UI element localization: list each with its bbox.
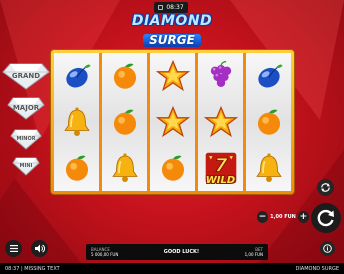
reel-1 (54, 53, 99, 191)
reel-cell (102, 99, 147, 145)
orange-symbol-icon (156, 151, 190, 185)
reel-cell (150, 53, 195, 99)
balance-value: 5 000,00 FUN (91, 252, 119, 257)
reel-frame: 7 WILD (51, 50, 294, 194)
bet-increase-button[interactable]: + (297, 211, 309, 223)
orange-symbol-icon (60, 151, 94, 185)
reel-cell (246, 145, 291, 191)
wild-label: WILD (205, 175, 236, 186)
reel-cell (54, 53, 99, 99)
spin-button[interactable] (311, 203, 341, 233)
orange-symbol-icon (108, 105, 142, 139)
paytable-button[interactable]: i (320, 241, 335, 256)
jackpot-label: MAJOR (12, 104, 40, 112)
orange-symbol-icon (108, 59, 142, 93)
speaker-icon (34, 244, 45, 253)
star-symbol-icon (155, 59, 190, 93)
reel-cell (102, 145, 147, 191)
jackpot-diamond-major: MAJOR (7, 96, 45, 120)
jackpot-label: GRAND (11, 72, 41, 80)
reel-2 (102, 53, 147, 191)
footer-bar: 08:37 | MISSING TEXT DIAMOND SURGE (0, 263, 344, 274)
footer-separator: | (21, 265, 23, 272)
bell-symbol-icon (60, 105, 94, 139)
paytable-icon: i (323, 244, 332, 253)
reel-5 (246, 53, 291, 191)
game-logo: DIAMOND SURGE (122, 14, 222, 48)
orange-symbol-icon (252, 105, 286, 139)
plum-symbol-icon (252, 59, 286, 93)
reel-cell: 7 WILD (198, 145, 243, 191)
reel-cell (198, 53, 243, 99)
top-status-pill: 08:37 (154, 2, 188, 13)
bell-symbol-icon (108, 151, 142, 185)
info-panel: BALANCE 5 000,00 FUN GOOD LUCK! BET 1,00… (86, 244, 268, 260)
reel-cell (54, 99, 99, 145)
jackpot-diamond-mini: MINI (12, 156, 40, 176)
bet-control: − 1,00 FUN + (257, 208, 309, 226)
logo-line-2: SURGE (143, 34, 201, 47)
footer-time: 08:37 (5, 265, 20, 272)
bet-control-value: 1,00 FUN (270, 214, 296, 220)
footer-left: 08:37 | MISSING TEXT (5, 266, 60, 272)
reel-3 (150, 53, 195, 191)
reel-grid: 7 WILD (54, 53, 291, 191)
reel-4: 7 WILD (198, 53, 243, 191)
star-symbol-icon (203, 105, 238, 139)
autoplay-icon (321, 183, 330, 192)
logo-line-1: DIAMOND (131, 13, 213, 29)
menu-button[interactable] (5, 240, 22, 257)
spin-icon (317, 209, 334, 227)
reel-cell (246, 99, 291, 145)
bet-decrease-button[interactable]: − (257, 211, 269, 223)
reel-cell (102, 53, 147, 99)
reel-cell (150, 145, 195, 191)
reel-cell (198, 99, 243, 145)
bet-value: 1,00 FUN (244, 252, 263, 257)
jackpot-diamond-grand: GRAND (2, 62, 50, 90)
jackpot-label: MINOR (16, 136, 36, 142)
hamburger-icon (9, 245, 18, 252)
autoplay-button[interactable] (317, 179, 334, 196)
footer-game-name: DIAMOND SURGE (295, 265, 339, 272)
footer-status-text: MISSING TEXT (24, 265, 60, 272)
star-symbol-icon (155, 105, 190, 139)
balance-block: BALANCE 5 000,00 FUN (91, 247, 118, 257)
bottom-bar: BALANCE 5 000,00 FUN GOOD LUCK! BET 1,00… (0, 240, 344, 262)
plum-symbol-icon (60, 59, 94, 93)
screen-icon (158, 5, 164, 10)
status-message: GOOD LUCK! (163, 249, 200, 255)
reel-cell (150, 99, 195, 145)
bet-block: BET 1,00 FUN (245, 247, 263, 257)
reel-cell (54, 145, 99, 191)
jackpot-label: MINI (19, 163, 33, 169)
sound-button[interactable] (31, 240, 48, 257)
svg-text:i: i (327, 247, 329, 253)
svg-text:7: 7 (214, 155, 227, 176)
bell-symbol-icon (252, 151, 286, 185)
top-clock: 08:37 (166, 4, 184, 11)
jackpot-diamond-minor: MINOR (10, 128, 42, 150)
reel-cell (246, 53, 291, 99)
grapes-symbol-icon (204, 59, 238, 93)
